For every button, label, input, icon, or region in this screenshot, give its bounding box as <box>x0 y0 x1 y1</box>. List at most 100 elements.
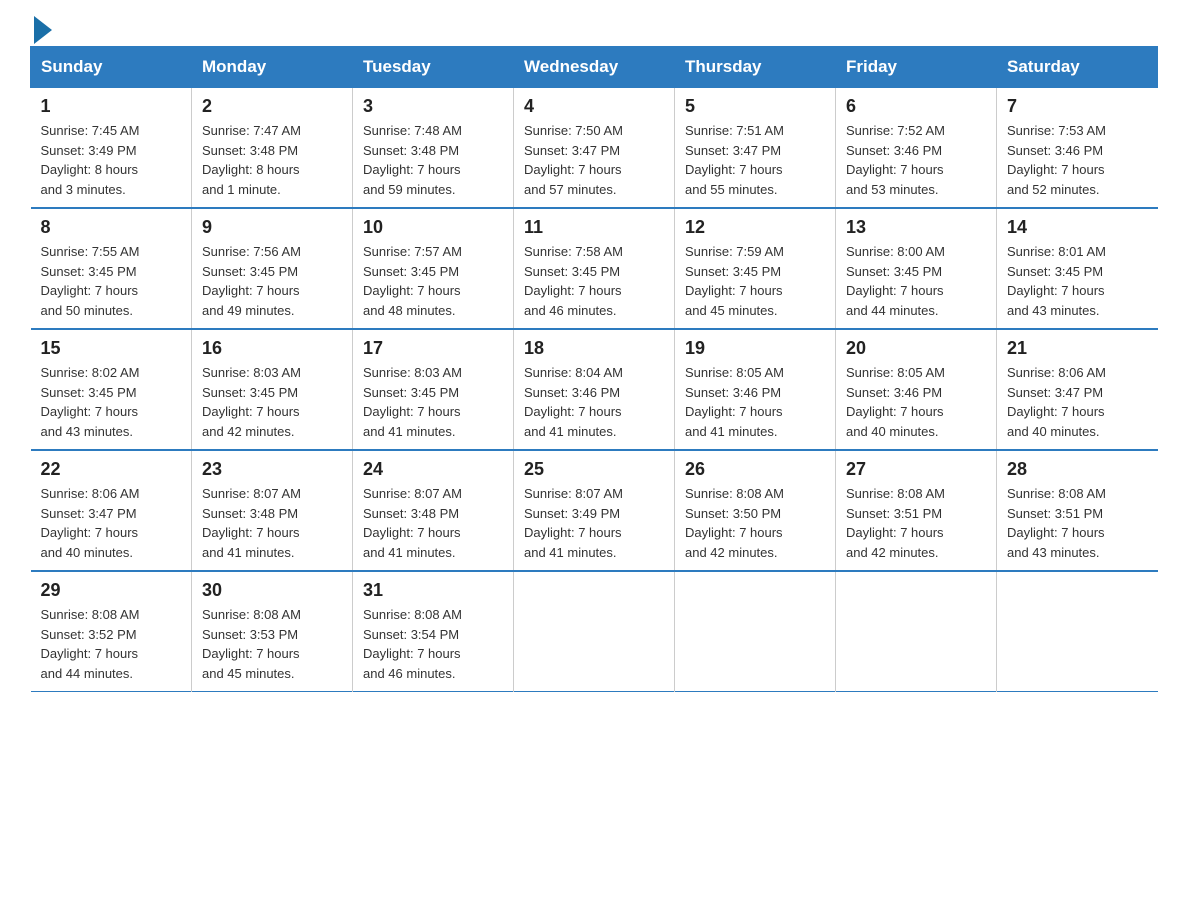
day-info: Sunrise: 8:04 AM Sunset: 3:46 PM Dayligh… <box>524 363 664 441</box>
day-info: Sunrise: 8:08 AM Sunset: 3:53 PM Dayligh… <box>202 605 342 683</box>
day-info: Sunrise: 7:52 AM Sunset: 3:46 PM Dayligh… <box>846 121 986 199</box>
day-number: 28 <box>1007 459 1148 480</box>
calendar-cell: 21 Sunrise: 8:06 AM Sunset: 3:47 PM Dayl… <box>997 329 1158 450</box>
calendar-cell: 26 Sunrise: 8:08 AM Sunset: 3:50 PM Dayl… <box>675 450 836 571</box>
calendar-cell: 19 Sunrise: 8:05 AM Sunset: 3:46 PM Dayl… <box>675 329 836 450</box>
calendar-cell: 24 Sunrise: 8:07 AM Sunset: 3:48 PM Dayl… <box>353 450 514 571</box>
day-number: 22 <box>41 459 182 480</box>
day-info: Sunrise: 8:03 AM Sunset: 3:45 PM Dayligh… <box>202 363 342 441</box>
logo-arrow-icon <box>34 16 52 44</box>
day-number: 12 <box>685 217 825 238</box>
day-number: 1 <box>41 96 182 117</box>
calendar-table: SundayMondayTuesdayWednesdayThursdayFrid… <box>30 46 1158 692</box>
calendar-cell: 9 Sunrise: 7:56 AM Sunset: 3:45 PM Dayli… <box>192 208 353 329</box>
day-info: Sunrise: 7:50 AM Sunset: 3:47 PM Dayligh… <box>524 121 664 199</box>
day-number: 21 <box>1007 338 1148 359</box>
calendar-cell: 5 Sunrise: 7:51 AM Sunset: 3:47 PM Dayli… <box>675 88 836 209</box>
day-number: 20 <box>846 338 986 359</box>
day-info: Sunrise: 8:08 AM Sunset: 3:51 PM Dayligh… <box>846 484 986 562</box>
header-saturday: Saturday <box>997 47 1158 88</box>
day-info: Sunrise: 8:08 AM Sunset: 3:52 PM Dayligh… <box>41 605 182 683</box>
calendar-cell: 30 Sunrise: 8:08 AM Sunset: 3:53 PM Dayl… <box>192 571 353 692</box>
calendar-cell: 2 Sunrise: 7:47 AM Sunset: 3:48 PM Dayli… <box>192 88 353 209</box>
day-number: 17 <box>363 338 503 359</box>
day-info: Sunrise: 8:08 AM Sunset: 3:51 PM Dayligh… <box>1007 484 1148 562</box>
calendar-cell: 22 Sunrise: 8:06 AM Sunset: 3:47 PM Dayl… <box>31 450 192 571</box>
calendar-cell: 31 Sunrise: 8:08 AM Sunset: 3:54 PM Dayl… <box>353 571 514 692</box>
day-number: 18 <box>524 338 664 359</box>
day-number: 29 <box>41 580 182 601</box>
day-number: 15 <box>41 338 182 359</box>
calendar-cell: 20 Sunrise: 8:05 AM Sunset: 3:46 PM Dayl… <box>836 329 997 450</box>
week-row-5: 29 Sunrise: 8:08 AM Sunset: 3:52 PM Dayl… <box>31 571 1158 692</box>
day-number: 5 <box>685 96 825 117</box>
calendar-cell: 3 Sunrise: 7:48 AM Sunset: 3:48 PM Dayli… <box>353 88 514 209</box>
day-number: 23 <box>202 459 342 480</box>
day-number: 26 <box>685 459 825 480</box>
header-tuesday: Tuesday <box>353 47 514 88</box>
calendar-header-row: SundayMondayTuesdayWednesdayThursdayFrid… <box>31 47 1158 88</box>
day-info: Sunrise: 7:45 AM Sunset: 3:49 PM Dayligh… <box>41 121 182 199</box>
header-wednesday: Wednesday <box>514 47 675 88</box>
week-row-2: 8 Sunrise: 7:55 AM Sunset: 3:45 PM Dayli… <box>31 208 1158 329</box>
calendar-cell: 6 Sunrise: 7:52 AM Sunset: 3:46 PM Dayli… <box>836 88 997 209</box>
calendar-cell: 11 Sunrise: 7:58 AM Sunset: 3:45 PM Dayl… <box>514 208 675 329</box>
calendar-cell <box>514 571 675 692</box>
calendar-cell: 23 Sunrise: 8:07 AM Sunset: 3:48 PM Dayl… <box>192 450 353 571</box>
day-info: Sunrise: 7:51 AM Sunset: 3:47 PM Dayligh… <box>685 121 825 199</box>
calendar-cell: 10 Sunrise: 7:57 AM Sunset: 3:45 PM Dayl… <box>353 208 514 329</box>
calendar-cell <box>675 571 836 692</box>
day-info: Sunrise: 7:57 AM Sunset: 3:45 PM Dayligh… <box>363 242 503 320</box>
day-info: Sunrise: 8:03 AM Sunset: 3:45 PM Dayligh… <box>363 363 503 441</box>
calendar-cell: 18 Sunrise: 8:04 AM Sunset: 3:46 PM Dayl… <box>514 329 675 450</box>
day-info: Sunrise: 8:06 AM Sunset: 3:47 PM Dayligh… <box>1007 363 1148 441</box>
day-info: Sunrise: 8:00 AM Sunset: 3:45 PM Dayligh… <box>846 242 986 320</box>
day-info: Sunrise: 8:08 AM Sunset: 3:50 PM Dayligh… <box>685 484 825 562</box>
logo <box>30 20 52 36</box>
calendar-cell: 25 Sunrise: 8:07 AM Sunset: 3:49 PM Dayl… <box>514 450 675 571</box>
day-number: 19 <box>685 338 825 359</box>
day-info: Sunrise: 7:59 AM Sunset: 3:45 PM Dayligh… <box>685 242 825 320</box>
day-number: 3 <box>363 96 503 117</box>
calendar-cell: 28 Sunrise: 8:08 AM Sunset: 3:51 PM Dayl… <box>997 450 1158 571</box>
day-number: 27 <box>846 459 986 480</box>
day-info: Sunrise: 8:08 AM Sunset: 3:54 PM Dayligh… <box>363 605 503 683</box>
day-number: 8 <box>41 217 182 238</box>
calendar-cell <box>836 571 997 692</box>
day-number: 9 <box>202 217 342 238</box>
day-info: Sunrise: 7:56 AM Sunset: 3:45 PM Dayligh… <box>202 242 342 320</box>
page-header <box>30 20 1158 36</box>
day-info: Sunrise: 8:05 AM Sunset: 3:46 PM Dayligh… <box>846 363 986 441</box>
calendar-cell: 27 Sunrise: 8:08 AM Sunset: 3:51 PM Dayl… <box>836 450 997 571</box>
day-number: 4 <box>524 96 664 117</box>
calendar-cell: 12 Sunrise: 7:59 AM Sunset: 3:45 PM Dayl… <box>675 208 836 329</box>
day-number: 11 <box>524 217 664 238</box>
day-info: Sunrise: 8:06 AM Sunset: 3:47 PM Dayligh… <box>41 484 182 562</box>
day-info: Sunrise: 7:58 AM Sunset: 3:45 PM Dayligh… <box>524 242 664 320</box>
day-info: Sunrise: 8:07 AM Sunset: 3:49 PM Dayligh… <box>524 484 664 562</box>
day-info: Sunrise: 8:05 AM Sunset: 3:46 PM Dayligh… <box>685 363 825 441</box>
day-info: Sunrise: 8:02 AM Sunset: 3:45 PM Dayligh… <box>41 363 182 441</box>
day-number: 13 <box>846 217 986 238</box>
day-info: Sunrise: 7:55 AM Sunset: 3:45 PM Dayligh… <box>41 242 182 320</box>
day-number: 10 <box>363 217 503 238</box>
calendar-cell: 17 Sunrise: 8:03 AM Sunset: 3:45 PM Dayl… <box>353 329 514 450</box>
day-info: Sunrise: 8:07 AM Sunset: 3:48 PM Dayligh… <box>363 484 503 562</box>
day-info: Sunrise: 7:48 AM Sunset: 3:48 PM Dayligh… <box>363 121 503 199</box>
day-number: 14 <box>1007 217 1148 238</box>
day-number: 24 <box>363 459 503 480</box>
header-friday: Friday <box>836 47 997 88</box>
day-info: Sunrise: 7:53 AM Sunset: 3:46 PM Dayligh… <box>1007 121 1148 199</box>
day-number: 31 <box>363 580 503 601</box>
calendar-cell: 16 Sunrise: 8:03 AM Sunset: 3:45 PM Dayl… <box>192 329 353 450</box>
calendar-cell: 15 Sunrise: 8:02 AM Sunset: 3:45 PM Dayl… <box>31 329 192 450</box>
day-info: Sunrise: 8:01 AM Sunset: 3:45 PM Dayligh… <box>1007 242 1148 320</box>
header-monday: Monday <box>192 47 353 88</box>
day-info: Sunrise: 8:07 AM Sunset: 3:48 PM Dayligh… <box>202 484 342 562</box>
day-number: 30 <box>202 580 342 601</box>
day-number: 25 <box>524 459 664 480</box>
calendar-cell: 1 Sunrise: 7:45 AM Sunset: 3:49 PM Dayli… <box>31 88 192 209</box>
calendar-cell: 7 Sunrise: 7:53 AM Sunset: 3:46 PM Dayli… <box>997 88 1158 209</box>
week-row-4: 22 Sunrise: 8:06 AM Sunset: 3:47 PM Dayl… <box>31 450 1158 571</box>
calendar-cell <box>997 571 1158 692</box>
